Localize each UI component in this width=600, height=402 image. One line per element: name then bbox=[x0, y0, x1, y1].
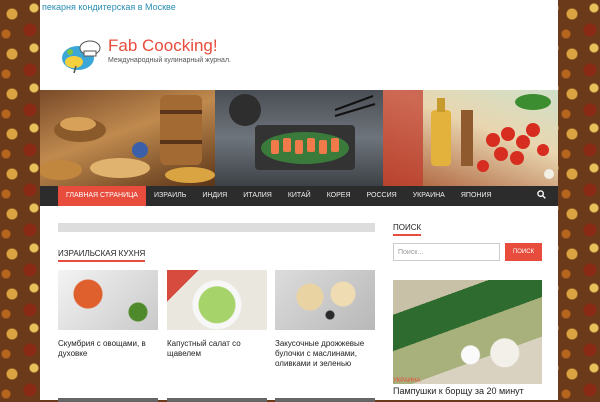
next-post-thumbnail[interactable] bbox=[275, 398, 375, 402]
featured-post-title[interactable]: Пампушки к борщу за 20 минут bbox=[393, 386, 524, 396]
post-card[interactable]: Закусочные дрожжевые булочки с маслинами… bbox=[275, 270, 375, 369]
nav-item-ukraine[interactable]: УКРАИНА bbox=[405, 186, 453, 206]
post-card[interactable]: Капустный салат со щавелем bbox=[167, 270, 267, 359]
header-banner bbox=[40, 90, 558, 186]
search-button[interactable]: ПОИСК bbox=[505, 243, 542, 261]
post-title[interactable]: Закусочные дрожжевые булочки с маслинами… bbox=[275, 339, 375, 369]
banner-image-pastries bbox=[40, 90, 215, 186]
banner-image-vegetables bbox=[383, 90, 558, 186]
next-post-thumbnail[interactable] bbox=[167, 398, 267, 402]
nav-item-china[interactable]: КИТАЙ bbox=[280, 186, 319, 206]
search-icon[interactable] bbox=[537, 186, 546, 206]
site-title[interactable]: Fab Coocking! bbox=[108, 36, 218, 56]
nav-item-italy[interactable]: ИТАЛИЯ bbox=[235, 186, 280, 206]
post-thumbnail-mackerel[interactable] bbox=[58, 270, 158, 330]
post-thumbnail-cabbage-salad[interactable] bbox=[167, 270, 267, 330]
chef-logo-icon[interactable] bbox=[60, 36, 102, 74]
featured-slider-placeholder bbox=[58, 223, 375, 232]
search-input[interactable] bbox=[393, 243, 500, 261]
site-description: Международный кулинарный журнал. bbox=[108, 57, 231, 64]
main-navigation: ГЛАВНАЯ СТРАНИЦА ИЗРАИЛЬ ИНДИЯ ИТАЛИЯ КИ… bbox=[40, 186, 558, 206]
nav-item-korea[interactable]: КОРЕЯ bbox=[319, 186, 359, 206]
page-container: Fab Coocking! Международный кулинарный ж… bbox=[40, 14, 558, 402]
section-title-israeli-cuisine[interactable]: ИЗРАИЛЬСКАЯ КУХНЯ bbox=[58, 249, 146, 262]
nav-item-home[interactable]: ГЛАВНАЯ СТРАНИЦА bbox=[58, 186, 146, 206]
nav-item-india[interactable]: ИНДИЯ bbox=[194, 186, 235, 206]
post-title[interactable]: Капустный салат со щавелем bbox=[167, 339, 267, 359]
post-thumbnail-buns[interactable] bbox=[275, 270, 375, 330]
featured-post-category[interactable]: УКРАИНА bbox=[393, 378, 421, 384]
sidebar-search-title: ПОИСК bbox=[393, 223, 422, 236]
tagline-bar: пекарня кондитерская в Москве bbox=[40, 0, 558, 14]
nav-item-japan[interactable]: ЯПОНИЯ bbox=[453, 186, 500, 206]
banner-image-sushi bbox=[215, 90, 383, 186]
site-header: Fab Coocking! Международный кулинарный ж… bbox=[40, 14, 558, 90]
post-card[interactable]: Скумбрия с овощами, в духовке bbox=[58, 270, 158, 359]
featured-post-image[interactable] bbox=[393, 280, 542, 384]
post-title[interactable]: Скумбрия с овощами, в духовке bbox=[58, 339, 158, 359]
nav-item-russia[interactable]: РОССИЯ bbox=[359, 186, 405, 206]
tagline-text: пекарня кондитерская в Москве bbox=[42, 2, 176, 12]
nav-item-israel[interactable]: ИЗРАИЛЬ bbox=[146, 186, 194, 206]
next-post-thumbnail[interactable] bbox=[58, 398, 158, 402]
